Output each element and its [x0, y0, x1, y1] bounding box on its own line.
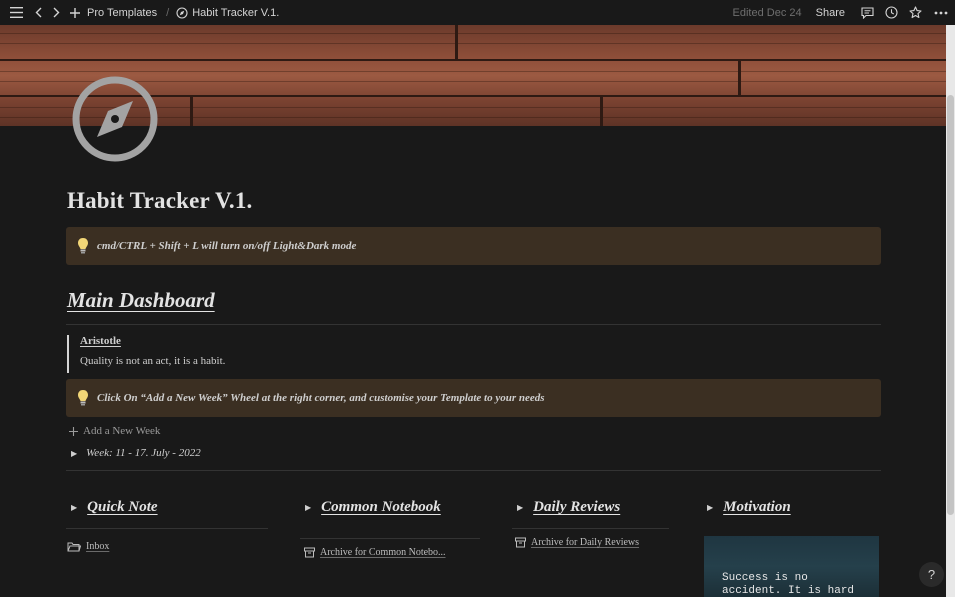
breadcrumb-parent[interactable]: Pro Templates — [87, 7, 157, 19]
help-button[interactable]: ? — [919, 562, 944, 587]
lightbulb-icon — [77, 237, 89, 255]
week-callout-text: Click On “Add a New Week” Wheel at the r… — [97, 392, 545, 404]
share-button[interactable]: Share — [816, 7, 845, 19]
archive-common-notebook-link[interactable]: Archive for Common Notebo... — [304, 547, 446, 558]
top-bar: Pro Templates / Habit Tracker V.1. Edite… — [0, 0, 955, 25]
folder-icon — [67, 541, 81, 552]
favorite-star-icon[interactable] — [903, 0, 927, 25]
archive-box-icon — [515, 537, 526, 548]
divider — [66, 528, 268, 529]
scrollbar[interactable] — [946, 25, 955, 597]
divider — [66, 324, 881, 325]
common-notebook-heading: Common Notebook — [321, 499, 441, 516]
divider — [300, 538, 480, 539]
compass-icon — [175, 0, 188, 25]
add-new-week-label: Add a New Week — [83, 425, 160, 437]
motivation-card-text: Success is no accident. It is hard — [722, 572, 872, 597]
top-bar-actions: Edited Dec 24 Share — [733, 0, 955, 25]
toggle-triangle-icon[interactable]: ▶ — [71, 503, 77, 512]
divider — [512, 528, 669, 529]
inbox-link[interactable]: Inbox — [67, 541, 109, 552]
comments-icon[interactable] — [855, 0, 879, 25]
motivation-toggle[interactable]: ▶ Motivation — [707, 499, 791, 516]
archive-daily-reviews-link[interactable]: Archive for Daily Reviews — [515, 537, 639, 548]
common-notebook-toggle[interactable]: ▶ Common Notebook — [305, 499, 441, 516]
toggle-triangle-icon[interactable]: ▶ — [305, 503, 311, 512]
back-icon[interactable] — [33, 0, 43, 25]
week-toggle-label: Week: 11 - 17. July - 2022 — [86, 447, 201, 459]
tip-callout-text: cmd/CTRL + Shift + L will turn on/off Li… — [97, 240, 356, 252]
divider — [66, 470, 881, 471]
breadcrumb-separator: / — [166, 7, 169, 19]
motivation-heading: Motivation — [723, 499, 791, 516]
breadcrumb: Pro Templates / — [87, 7, 175, 19]
tip-callout: cmd/CTRL + Shift + L will turn on/off Li… — [66, 227, 881, 265]
updates-clock-icon[interactable] — [879, 0, 903, 25]
quote-text: Quality is not an act, it is a habit. — [80, 355, 225, 367]
quote-author[interactable]: Aristotle — [80, 335, 225, 347]
archive-common-notebook-label: Archive for Common Notebo... — [320, 547, 446, 558]
page-compass-icon[interactable] — [70, 74, 160, 164]
menu-icon[interactable] — [9, 0, 23, 25]
breadcrumb-current-page[interactable]: Habit Tracker V.1. — [192, 7, 279, 19]
more-options-icon[interactable] — [927, 0, 955, 25]
toggle-triangle-icon[interactable]: ▶ — [517, 503, 523, 512]
inbox-link-label: Inbox — [86, 541, 109, 552]
main-dashboard-heading: Main Dashboard — [67, 288, 215, 313]
add-page-icon[interactable] — [69, 0, 80, 25]
daily-reviews-toggle[interactable]: ▶ Daily Reviews — [517, 499, 620, 516]
quick-note-heading: Quick Note — [87, 499, 157, 516]
add-new-week-button[interactable]: Add a New Week — [69, 425, 160, 437]
archive-box-icon — [304, 547, 315, 558]
plus-icon — [69, 427, 78, 436]
motivation-card[interactable]: Success is no accident. It is hard — [704, 536, 879, 597]
week-toggle[interactable]: ▶ Week: 11 - 17. July - 2022 — [71, 447, 201, 459]
daily-reviews-heading: Daily Reviews — [533, 499, 620, 516]
scrollbar-thumb[interactable] — [947, 95, 954, 515]
page-title: Habit Tracker V.1. — [67, 188, 253, 214]
toggle-triangle-icon[interactable]: ▶ — [71, 449, 77, 458]
lightbulb-icon — [77, 389, 89, 407]
forward-icon[interactable] — [51, 0, 61, 25]
week-callout: Click On “Add a New Week” Wheel at the r… — [66, 379, 881, 417]
quick-note-toggle[interactable]: ▶ Quick Note — [71, 499, 158, 516]
archive-daily-reviews-label: Archive for Daily Reviews — [531, 537, 639, 548]
edited-timestamp: Edited Dec 24 — [733, 7, 802, 19]
quote-block: Aristotle Quality is not an act, it is a… — [67, 335, 225, 373]
toggle-triangle-icon[interactable]: ▶ — [707, 503, 713, 512]
